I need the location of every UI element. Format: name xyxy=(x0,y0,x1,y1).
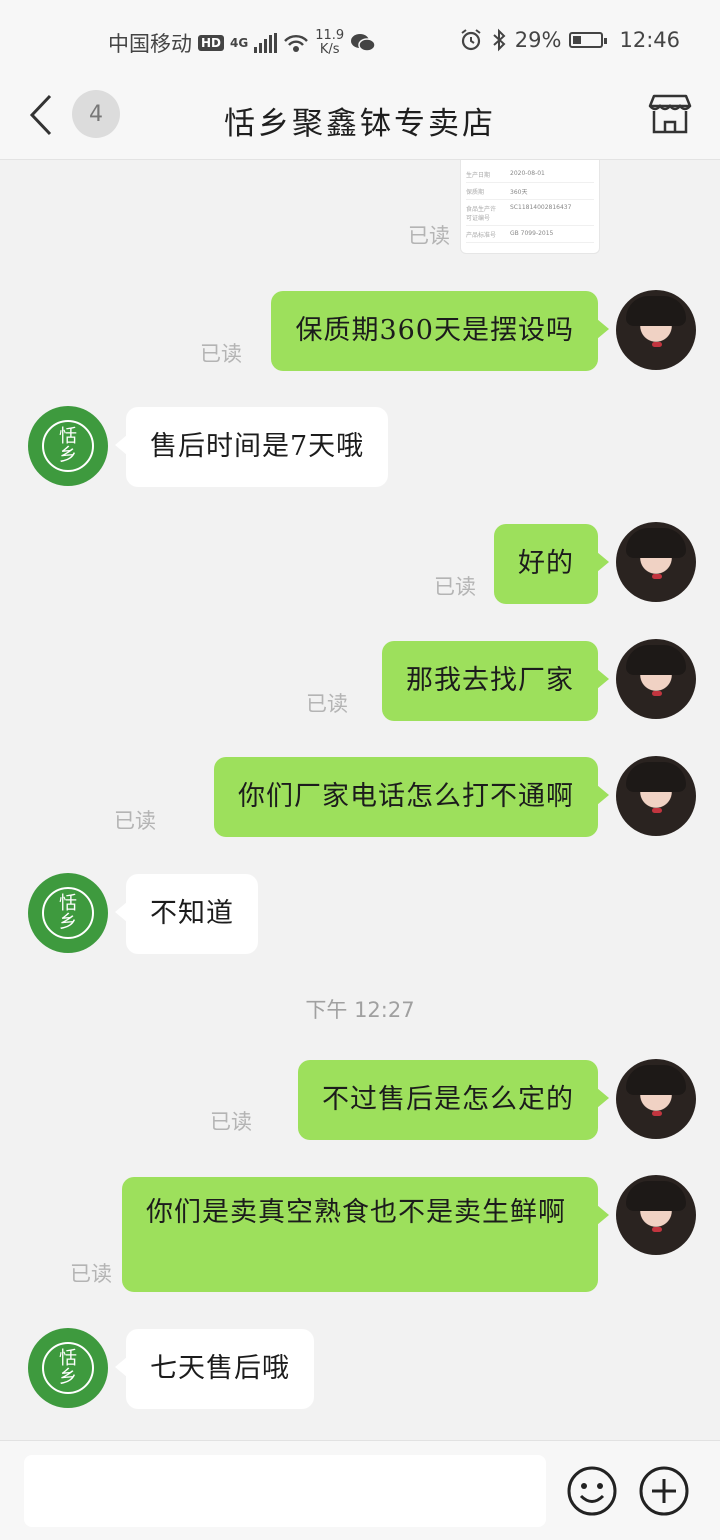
read-receipt: 已读 xyxy=(306,692,348,716)
image-row-key: 生产日期 xyxy=(466,172,491,179)
outgoing-message[interactable]: 你们厂家电话怎么打不通啊 xyxy=(214,757,609,837)
user-avatar[interactable] xyxy=(616,756,696,836)
message-input[interactable] xyxy=(24,1455,546,1527)
battery-icon xyxy=(569,32,608,48)
chat-screen: 中国移动 HD 4G 11.9 K/s 29% 12:46 4 恬乡聚鑫钵专卖店… xyxy=(0,0,720,1540)
input-bar xyxy=(0,1440,720,1540)
image-row-value: 360天 xyxy=(510,189,528,196)
read-receipt: 已读 xyxy=(408,224,450,248)
shop-avatar-logo: 恬乡 xyxy=(42,1342,94,1394)
network-speed: 11.9 K/s xyxy=(315,29,344,57)
outgoing-message[interactable]: 那我去找厂家 xyxy=(382,641,609,721)
bluetooth-icon xyxy=(493,28,506,52)
hd-badge: HD xyxy=(198,35,225,51)
speed-unit: K/s xyxy=(319,42,340,57)
page-title: 恬乡聚鑫钵专卖店 xyxy=(224,106,496,142)
image-row: 保质期 360天 xyxy=(466,187,594,200)
emoji-icon[interactable] xyxy=(566,1465,618,1517)
wifi-icon xyxy=(284,35,309,52)
speed-value: 11.9 xyxy=(315,28,345,43)
image-message[interactable]: 生产日期 2020-08-01 保质期 360天 食品生产许可证编号 SC118140… xyxy=(460,160,600,254)
incoming-message[interactable]: 不知道 xyxy=(115,874,258,954)
shop-avatar-logo: 恬乡 xyxy=(42,887,94,939)
image-row-key: 食品生产许可证编号 xyxy=(466,206,497,222)
image-row-key: 保质期 xyxy=(466,189,485,196)
clock-time: 12:46 xyxy=(619,28,680,52)
shop-avatar-logo: 恬乡 xyxy=(42,420,94,472)
shop-logo-char: 恬 xyxy=(59,426,77,447)
user-avatar[interactable] xyxy=(616,1059,696,1139)
chat-header: 4 恬乡聚鑫钵专卖店 xyxy=(0,80,720,160)
image-row: 生产日期 2020-08-01 xyxy=(466,170,594,183)
image-row: 产品标准号 GB 7099-2015 xyxy=(466,230,594,243)
shop-logo-char: 乡 xyxy=(59,912,77,933)
store-icon[interactable] xyxy=(648,92,692,136)
plus-icon[interactable] xyxy=(638,1465,690,1517)
incoming-message[interactable]: 售后时间是7天哦 xyxy=(114,407,389,487)
read-receipt: 已读 xyxy=(114,809,156,833)
image-row-value: GB 7099-2015 xyxy=(510,230,554,237)
shop-avatar[interactable]: 恬乡 xyxy=(28,873,108,953)
battery-percent: 29% xyxy=(514,28,562,52)
shop-logo-char: 恬 xyxy=(59,1348,77,1369)
shop-logo-char: 乡 xyxy=(59,445,77,466)
outgoing-message[interactable]: 你们是卖真空熟食也不是卖生鲜啊 xyxy=(122,1177,609,1292)
read-receipt: 已读 xyxy=(200,342,242,366)
image-row: 食品生产许可证编号 SC11814002816437 xyxy=(466,204,594,226)
shop-avatar[interactable]: 恬乡 xyxy=(28,1328,108,1408)
message-list[interactable]: 生产日期 2020-08-01 保质期 360天 食品生产许可证编号 SC118140… xyxy=(0,160,720,1440)
shop-avatar[interactable]: 恬乡 xyxy=(28,406,108,486)
outgoing-message[interactable]: 不过售后是怎么定的 xyxy=(298,1060,609,1140)
carrier-name: 中国移动 xyxy=(108,32,192,56)
user-avatar[interactable] xyxy=(616,1175,696,1255)
time-separator: 下午 12:27 xyxy=(305,998,415,1022)
shop-logo-char: 乡 xyxy=(59,1367,77,1388)
wechat-icon xyxy=(351,34,376,52)
outgoing-message[interactable]: 好的 xyxy=(494,524,609,604)
read-receipt: 已读 xyxy=(434,575,476,599)
user-avatar[interactable] xyxy=(616,522,696,602)
image-row-value: 2020-08-01 xyxy=(510,170,545,177)
user-avatar[interactable] xyxy=(616,639,696,719)
shop-logo-char: 恬 xyxy=(59,893,77,914)
alarm-icon xyxy=(461,29,481,51)
read-receipt: 已读 xyxy=(210,1110,252,1134)
status-left: 中国移动 HD 4G 11.9 K/s xyxy=(108,28,376,58)
user-avatar[interactable] xyxy=(616,290,696,370)
image-row-key: 产品标准号 xyxy=(466,232,497,239)
read-receipt: 已读 xyxy=(70,1262,112,1286)
status-bar: 中国移动 HD 4G 11.9 K/s 29% 12:46 xyxy=(0,0,720,80)
outgoing-message[interactable]: 保质期360天是摆设吗 xyxy=(271,291,609,371)
incoming-message[interactable]: 七天售后哦 xyxy=(115,1329,314,1409)
network-type: 4G xyxy=(230,36,249,50)
status-right: 29% 12:46 xyxy=(459,28,680,52)
signal-icon xyxy=(254,33,278,53)
image-row-value: SC11814002816437 xyxy=(510,204,572,211)
